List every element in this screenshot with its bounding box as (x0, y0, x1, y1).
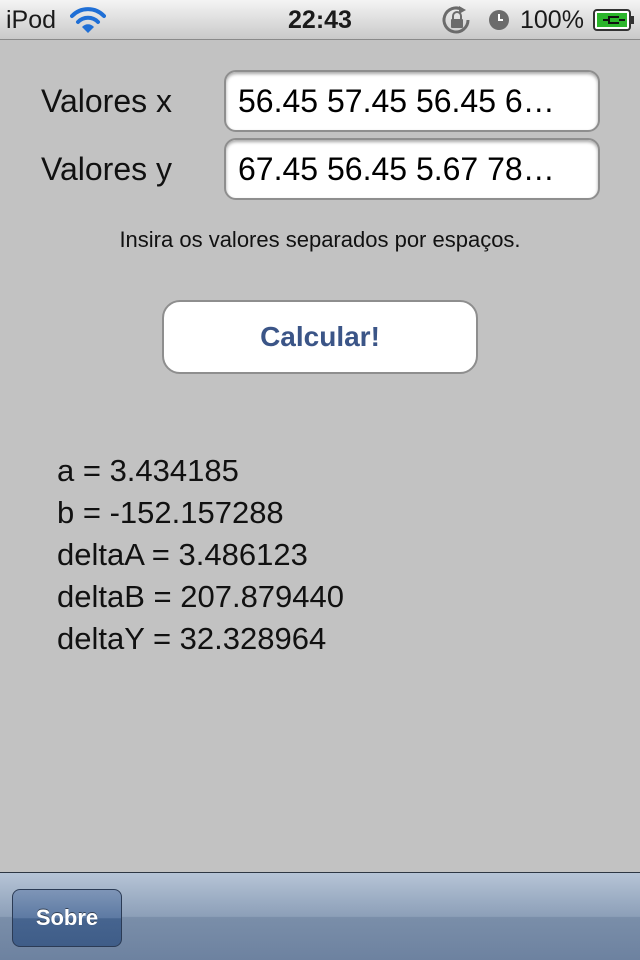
result-delta-b: deltaB = 207.879440 (57, 579, 345, 614)
orientation-lock-icon (442, 6, 470, 34)
about-button[interactable]: Sobre (12, 889, 122, 947)
result-a: a = 3.434185 (57, 453, 239, 488)
alarm-clock-icon (489, 10, 509, 30)
result-b: b = -152.157288 (57, 495, 284, 530)
y-values-label: Valores y (41, 151, 173, 187)
y-values-input[interactable] (224, 138, 600, 200)
instruction-text: Insira os valores separados por espaços. (119, 227, 521, 252)
calculate-button[interactable]: Calcular! (162, 300, 478, 374)
battery-charging-icon (593, 9, 634, 31)
status-bar: iPod 22:43 100% (0, 0, 640, 40)
x-values-label: Valores x (41, 83, 173, 119)
result-delta-a: deltaA = 3.486123 (57, 537, 308, 572)
result-delta-y: deltaY = 32.328964 (57, 621, 327, 656)
results-panel: a = 3.434185 b = -152.157288 deltaA = 3.… (57, 450, 344, 660)
bottom-toolbar: Sobre (0, 872, 640, 960)
battery-percentage: 100% (520, 6, 584, 34)
x-values-input[interactable] (224, 70, 600, 132)
